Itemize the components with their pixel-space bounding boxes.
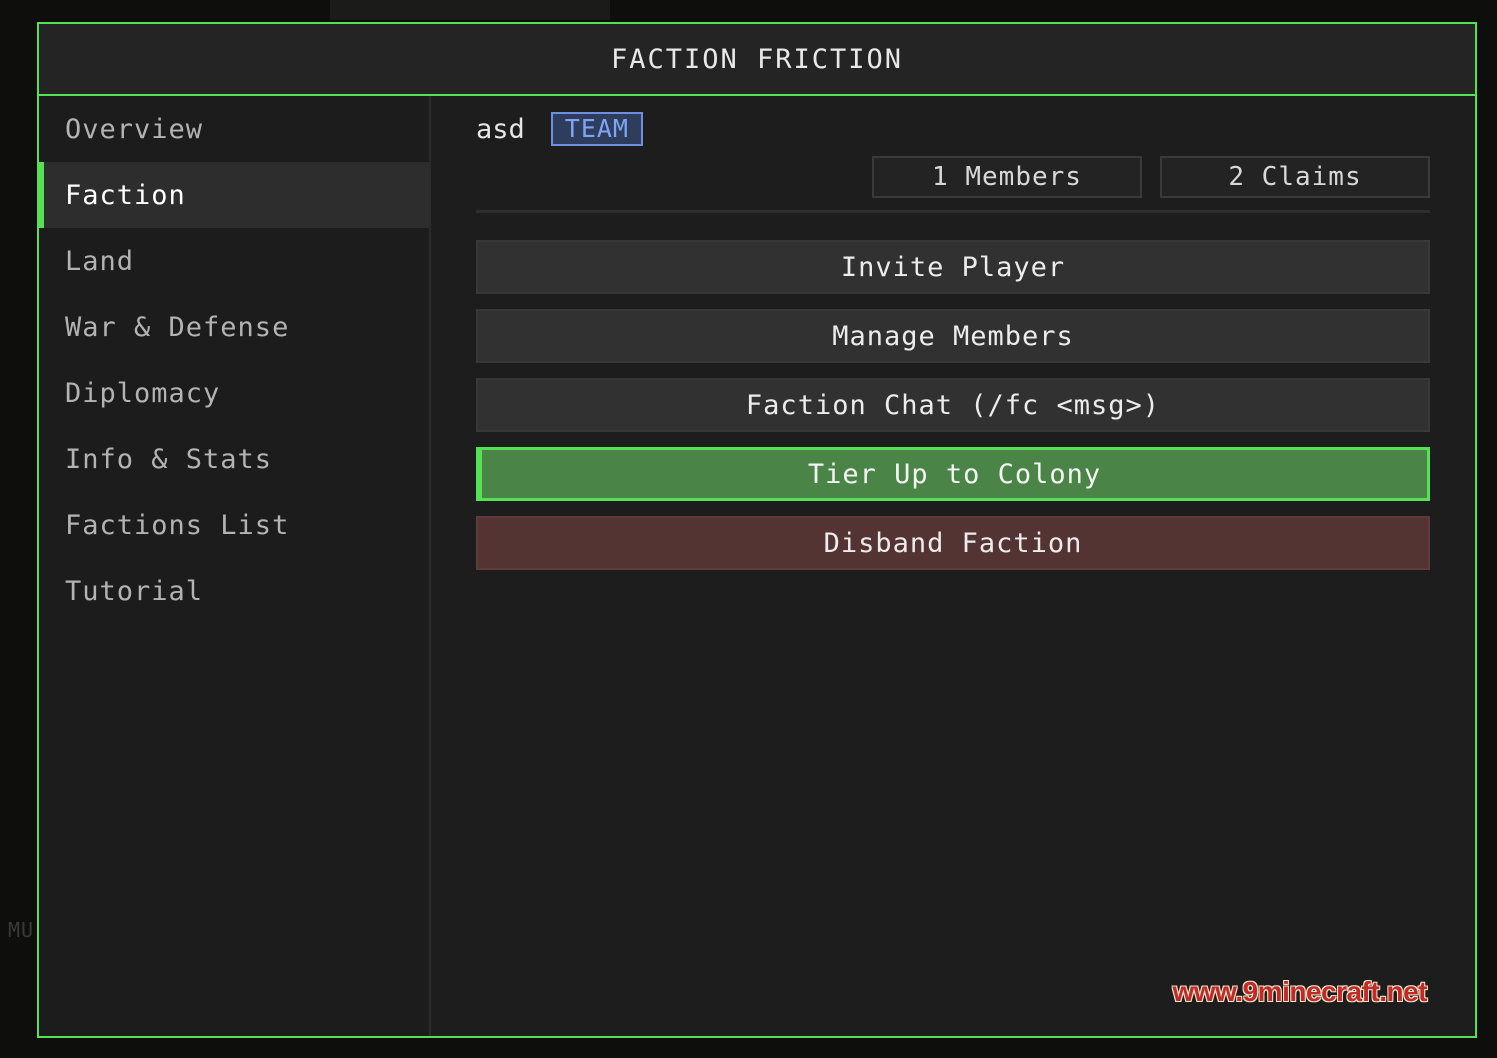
claims-count: 2 Claims [1160,156,1430,198]
faction-header: asd TEAM [476,112,643,146]
sidebar: Overview Faction Land War & Defense Dipl… [39,96,431,1036]
sidebar-item-tutorial[interactable]: Tutorial [39,558,429,624]
faction-name: asd [476,113,525,145]
stats-row: 1 Members 2 Claims [872,156,1430,198]
sidebar-item-overview[interactable]: Overview [39,96,429,162]
team-badge: TEAM [550,112,643,146]
game-screen: MU FACTION FRICTION Overview Faction Lan… [0,0,1497,1058]
manage-members-button[interactable]: Manage Members [476,309,1430,363]
background-strip [330,0,610,20]
tier-up-button[interactable]: Tier Up to Colony [476,447,1430,501]
invite-player-button[interactable]: Invite Player [476,240,1430,294]
members-count: 1 Members [872,156,1142,198]
disband-faction-button[interactable]: Disband Faction [476,516,1430,570]
window-title: FACTION FRICTION [610,43,904,75]
background-text: MU [8,918,35,942]
faction-window: FACTION FRICTION Overview Faction Land W… [37,22,1477,1038]
title-bar: FACTION FRICTION [39,24,1475,96]
sidebar-item-diplomacy[interactable]: Diplomacy [39,360,429,426]
main-panel: asd TEAM 1 Members 2 Claims Invite Playe… [431,96,1475,1036]
sidebar-item-factions-list[interactable]: Factions List [39,492,429,558]
faction-chat-button[interactable]: Faction Chat (/fc <msg>) [476,378,1430,432]
divider [476,210,1430,213]
action-list: Invite Player Manage Members Faction Cha… [476,240,1430,585]
sidebar-item-faction[interactable]: Faction [39,162,429,228]
sidebar-item-info-stats[interactable]: Info & Stats [39,426,429,492]
sidebar-item-land[interactable]: Land [39,228,429,294]
sidebar-item-war-defense[interactable]: War & Defense [39,294,429,360]
watermark: www.9minecraft.net [1172,976,1428,1007]
